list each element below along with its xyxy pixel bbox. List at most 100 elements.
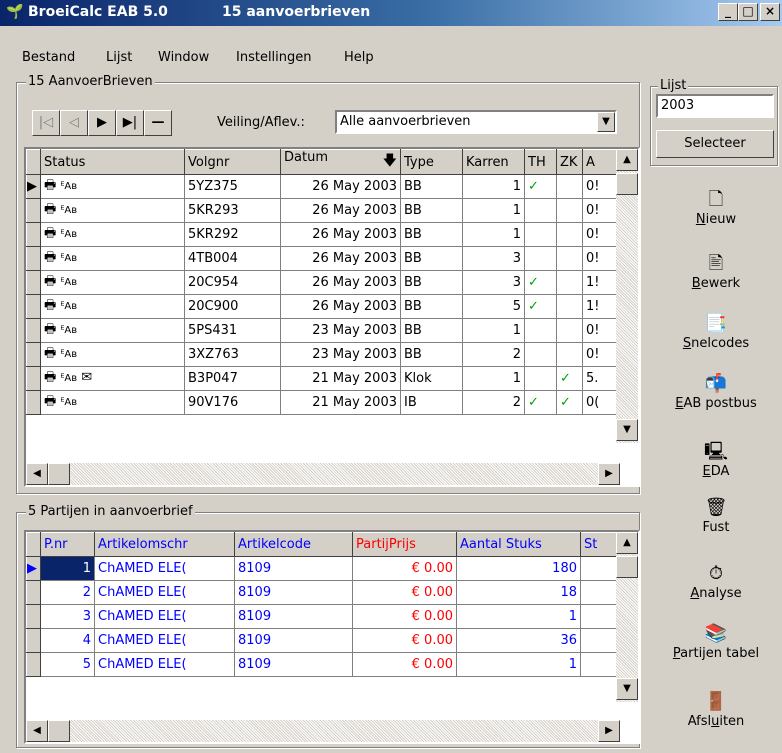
row-indicator[interactable] [26, 366, 41, 391]
zk-checkmark-icon [556, 270, 583, 295]
delete-record-button[interactable]: — [144, 110, 172, 136]
toolbar-button-bucket[interactable]: 🗑 Fust [650, 496, 782, 535]
row-indicator[interactable] [26, 222, 41, 247]
toolbar-button-batch-table[interactable]: 📚 Partijen tabel [650, 622, 782, 661]
first-record-button[interactable]: |◁ [32, 110, 60, 136]
table-row[interactable]: 🖶 ᴱAʙ 90V176 21 May 2003 IB 2 ✓ ✓ 0( [26, 390, 617, 415]
a-cell: 0! [582, 318, 617, 343]
table-row[interactable]: 🖶 ᴱAʙ 20C900 26 May 2003 BB 5 ✓ 1! [26, 294, 617, 319]
column-header[interactable]: Karren [462, 149, 525, 175]
toolbar-button-edit-document[interactable]: 🖹 Bewerk [650, 252, 782, 291]
a-cell: 0! [582, 222, 617, 247]
maximize-button[interactable]: □ [738, 3, 758, 21]
next-record-button[interactable]: ▶ [88, 110, 116, 136]
scroll-down-icon[interactable]: ▼ [616, 678, 638, 700]
horizontal-scrollbar[interactable]: ◀ ▶ [26, 463, 620, 485]
column-header[interactable]: PartijPrijs [352, 532, 457, 557]
table-row[interactable]: 🖶 ᴱAʙ 4TB004 26 May 2003 BB 3 0! [26, 246, 617, 271]
scroll-up-icon[interactable]: ▲ [616, 532, 638, 554]
scroll-left-icon[interactable]: ◀ [26, 463, 48, 485]
last-record-button[interactable]: ▶| [116, 110, 144, 136]
scroll-thumb[interactable] [48, 720, 70, 742]
menu-bestand[interactable]: Bestand [22, 50, 75, 65]
column-header[interactable]: Status [40, 149, 185, 175]
column-header[interactable]: Aantal Stuks [456, 532, 581, 557]
row-indicator[interactable] [26, 318, 41, 343]
toolbar-button-quick-codes[interactable]: 📑 Snelcodes [650, 312, 782, 351]
column-header[interactable]: TH [524, 149, 557, 175]
row-indicator[interactable] [26, 270, 41, 295]
row-indicator[interactable] [26, 390, 41, 415]
column-header[interactable]: Artikelcode [234, 532, 353, 557]
table-row[interactable]: 5 ChAMED ELE(8109 € 0.00 1 [26, 652, 621, 677]
toolbar-button-new-document[interactable]: 🗋 Nieuw [650, 188, 782, 227]
vertical-scrollbar[interactable]: ▲ ▼ [616, 532, 638, 702]
menu-window[interactable]: Window [158, 50, 209, 65]
status-cell: 🖶 ᴱAʙ [40, 246, 185, 271]
prior-record-button[interactable]: ◁ [60, 110, 88, 136]
row-indicator[interactable]: ▶ [26, 174, 41, 199]
column-header[interactable]: Volgnr [184, 149, 281, 175]
toolbar-button-mailbox[interactable]: 📬 EAB postbus [650, 372, 782, 411]
row-indicator[interactable] [26, 342, 41, 367]
scroll-right-icon[interactable]: ▶ [598, 720, 620, 742]
selecteer-button[interactable]: Selecteer [656, 130, 774, 158]
row-indicator[interactable] [26, 604, 41, 629]
scroll-thumb[interactable] [616, 173, 638, 195]
zk-checkmark-icon [556, 222, 583, 247]
table-row[interactable]: 🖶 ᴱAʙ 5KR293 26 May 2003 BB 1 0! [26, 198, 617, 223]
menu-instellingen[interactable]: Instellingen [236, 50, 312, 65]
row-indicator[interactable] [26, 580, 41, 605]
filter-select-value: Alle aanvoerbrieven [340, 114, 471, 129]
printer-icon: 🖶 [44, 345, 57, 361]
eab-icon: ᴱAʙ [60, 396, 78, 408]
pnr-cell: 1 [40, 556, 95, 581]
scroll-thumb[interactable] [48, 463, 70, 485]
row-indicator[interactable] [26, 652, 41, 677]
table-row[interactable]: ▶ 🖶 ᴱAʙ 5YZ375 26 May 2003 BB 1 ✓ 0! [26, 174, 617, 199]
column-header[interactable]: A [582, 149, 617, 175]
table-row[interactable]: 🖶 ᴱAʙ ✉ B3P047 21 May 2003 Klok 1 ✓ 5. [26, 366, 617, 391]
column-header[interactable]: ZK [556, 149, 583, 175]
row-indicator[interactable] [26, 628, 41, 653]
row-indicator[interactable] [26, 198, 41, 223]
toolbar-button-eda[interactable]: 🖳 EDA [650, 440, 782, 479]
horizontal-scrollbar[interactable]: ◀ ▶ [26, 720, 620, 742]
datum-cell: 23 May 2003 [280, 342, 401, 367]
scroll-up-icon[interactable]: ▲ [616, 149, 638, 171]
row-indicator[interactable]: ▶ [26, 556, 41, 581]
menu-help[interactable]: Help [344, 50, 374, 65]
table-row[interactable]: 2 ChAMED ELE(8109 € 0.00 18 [26, 580, 621, 605]
column-header-datum[interactable]: Datum 🡇 [280, 149, 401, 175]
scroll-thumb[interactable] [616, 556, 638, 578]
table-row[interactable]: 🖶 ᴱAʙ 5PS431 23 May 2003 BB 1 0! [26, 318, 617, 343]
scroll-down-icon[interactable]: ▼ [616, 419, 638, 441]
close-button[interactable]: × [760, 3, 780, 21]
table-row[interactable]: 🖶 ᴱAʙ 5KR292 26 May 2003 BB 1 0! [26, 222, 617, 247]
column-header[interactable]: St [580, 532, 621, 557]
table-row[interactable]: ▶ 1 ChAMED ELE(8109 € 0.00 180 [26, 556, 621, 581]
omschr-cell: ChAMED ELE( [94, 556, 235, 581]
filter-select[interactable]: Alle aanvoerbrieven ▼ [335, 110, 617, 134]
chevron-down-icon[interactable]: ▼ [597, 112, 615, 132]
table-row[interactable]: 🖶 ᴱAʙ 20C954 26 May 2003 BB 3 ✓ 1! [26, 270, 617, 295]
scroll-left-icon[interactable]: ◀ [26, 720, 48, 742]
sort-desc-icon: 🡇 [382, 153, 397, 169]
table-row[interactable]: 4 ChAMED ELE(8109 € 0.00 36 [26, 628, 621, 653]
menu-lijst[interactable]: Lijst [106, 50, 132, 65]
column-header[interactable]: Type [400, 149, 463, 175]
row-indicator[interactable] [26, 246, 41, 271]
row-indicator[interactable] [26, 294, 41, 319]
column-header[interactable]: Artikelomschr [94, 532, 235, 557]
toolbar-label: EDA [702, 464, 730, 479]
minimize-button[interactable]: _ [718, 3, 738, 21]
toolbar-button-exit[interactable]: 🚪 Afsluiten [650, 690, 782, 729]
toolbar-button-analysis[interactable]: ⏱ Analyse [650, 562, 782, 601]
scroll-right-icon[interactable]: ▶ [598, 463, 620, 485]
pnr-cell: 5 [40, 652, 95, 677]
vertical-scrollbar[interactable]: ▲ ▼ [616, 149, 638, 443]
table-row[interactable]: 🖶 ᴱAʙ 3XZ763 23 May 2003 BB 2 0! [26, 342, 617, 367]
table-row[interactable]: 3 ChAMED ELE(8109 € 0.00 1 [26, 604, 621, 629]
column-header[interactable]: P.nr [40, 532, 95, 557]
lijst-input[interactable]: 2003 [656, 94, 774, 118]
